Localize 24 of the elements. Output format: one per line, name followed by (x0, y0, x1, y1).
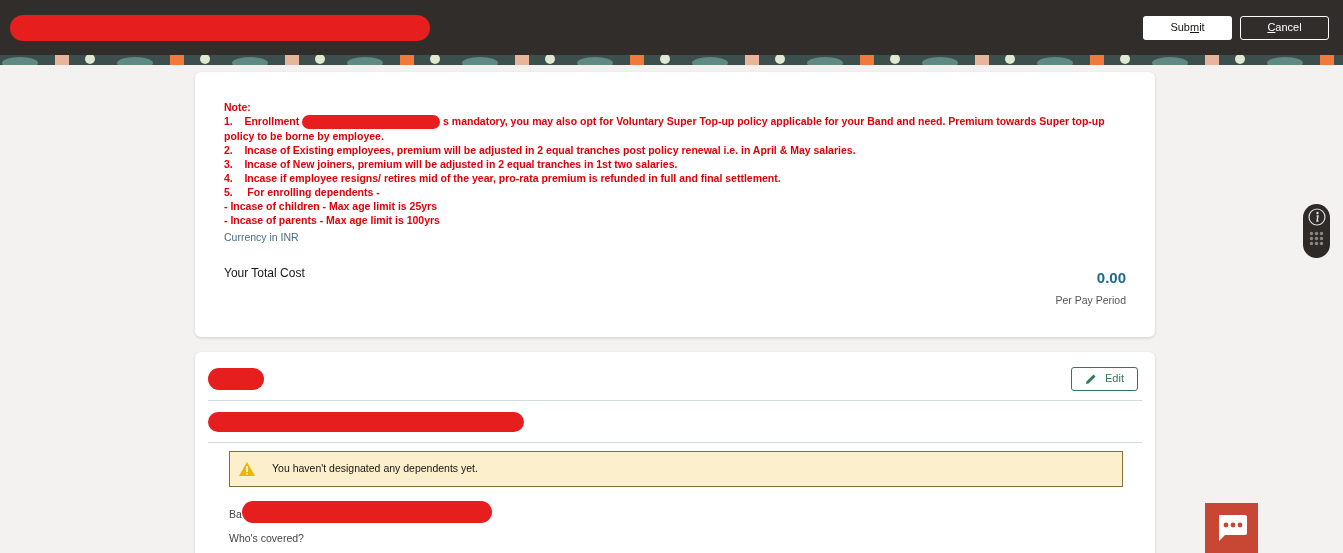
pay-period-label: Per Pay Period (1055, 293, 1126, 309)
note-text: 5. For enrolling dependents - (224, 185, 381, 200)
note-text: 4. Incase if employee resigns/ retires mid of the year, pro-rata premium is refunded in full and final settlement. (224, 171, 782, 186)
redaction-mark (208, 367, 264, 390)
note-title: Note: (224, 100, 252, 114)
total-cost-label: Your Total Cost (224, 264, 305, 282)
submit-button[interactable]: Submit (1143, 15, 1232, 40)
note-text: 1. Enrollment s mandatory, you may also opt for Voluntary Super Top-up policy applicable for your Band and need. Premium towards Super top-up policy to be borne by employee. (224, 114, 1106, 144)
warning-message: You haven't designated any dependents yet. (272, 461, 478, 477)
note-text: - Incase of children - Max age limit is 25yrs (224, 199, 438, 214)
info-icon[interactable] (1307, 208, 1326, 226)
edit-button[interactable]: Edit (1071, 366, 1138, 391)
pencil-icon (1085, 372, 1097, 385)
note-text: - Incase of parents - Max age limit is 100yrs (224, 213, 441, 228)
cancel-button[interactable]: Cancel (1240, 15, 1329, 40)
covered-label: Who's covered? (229, 531, 305, 546)
grid-icon[interactable] (1309, 231, 1324, 246)
field-label: Ba (229, 507, 242, 523)
note-text: 2. Incase of Existing employees, premium will be adjusted in 2 equal tranches post policy renewal i.e. in April & May salaries. (224, 143, 857, 158)
currency-label: Currency in INR (224, 230, 300, 246)
total-cost-value: 0.00 (1096, 267, 1126, 288)
chat-button[interactable] (1205, 503, 1258, 553)
warning-icon (238, 461, 256, 477)
note-text: 3. Incase of New joiners, premium will be adjusted in 2 equal tranches in 1st two salaries. (224, 157, 679, 172)
